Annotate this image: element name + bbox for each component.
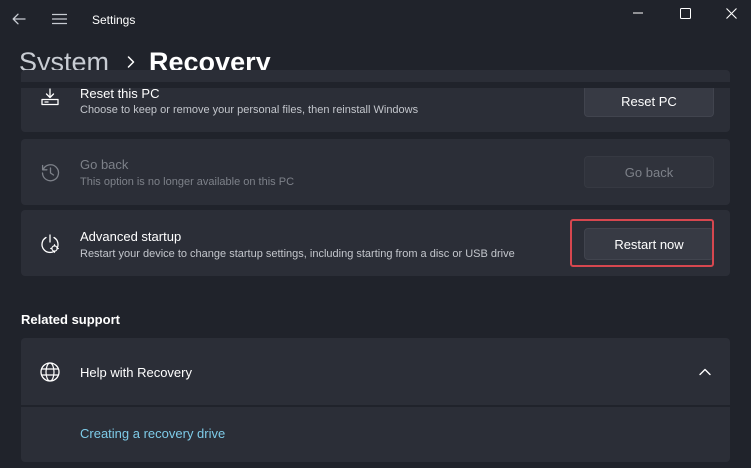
reset-pc-title: Reset this PC [80,86,160,101]
history-icon [39,161,61,183]
chevron-right-icon [127,56,135,68]
header-backdrop [0,82,751,88]
maximize-button[interactable] [662,0,708,26]
advanced-startup-icon [39,233,61,255]
go-back-card: Go back This option is no longer availab… [21,139,730,205]
help-with-recovery-content: Creating a recovery drive [21,407,730,462]
creating-recovery-drive-link[interactable]: Creating a recovery drive [80,426,225,441]
go-back-description: This option is no longer available on th… [80,176,295,188]
minimize-button[interactable] [615,0,661,26]
related-support-heading: Related support [21,312,120,327]
help-with-recovery-title: Help with Recovery [80,365,192,380]
reset-pc-description: Choose to keep or remove your personal f… [80,104,419,116]
reset-pc-card: Reset this PC Choose to keep or remove y… [21,70,730,132]
close-window-button[interactable] [708,0,751,26]
back-arrow-icon[interactable] [8,8,30,30]
go-back-title: Go back [80,157,129,172]
app-title: Settings [92,13,136,27]
advanced-startup-title: Advanced startup [80,229,182,244]
go-back-button: Go back [584,156,714,188]
hamburger-menu-icon[interactable] [48,8,70,30]
advanced-startup-description: Restart your device to change startup se… [80,248,515,260]
title-bar: Settings [0,0,751,40]
reset-pc-button[interactable]: Reset PC [584,85,714,117]
reset-pc-icon [39,86,61,108]
highlight-box [570,219,714,267]
help-with-recovery-header[interactable]: Help with Recovery [21,338,730,405]
globe-icon [39,361,61,383]
chevron-up-icon[interactable] [697,365,713,379]
